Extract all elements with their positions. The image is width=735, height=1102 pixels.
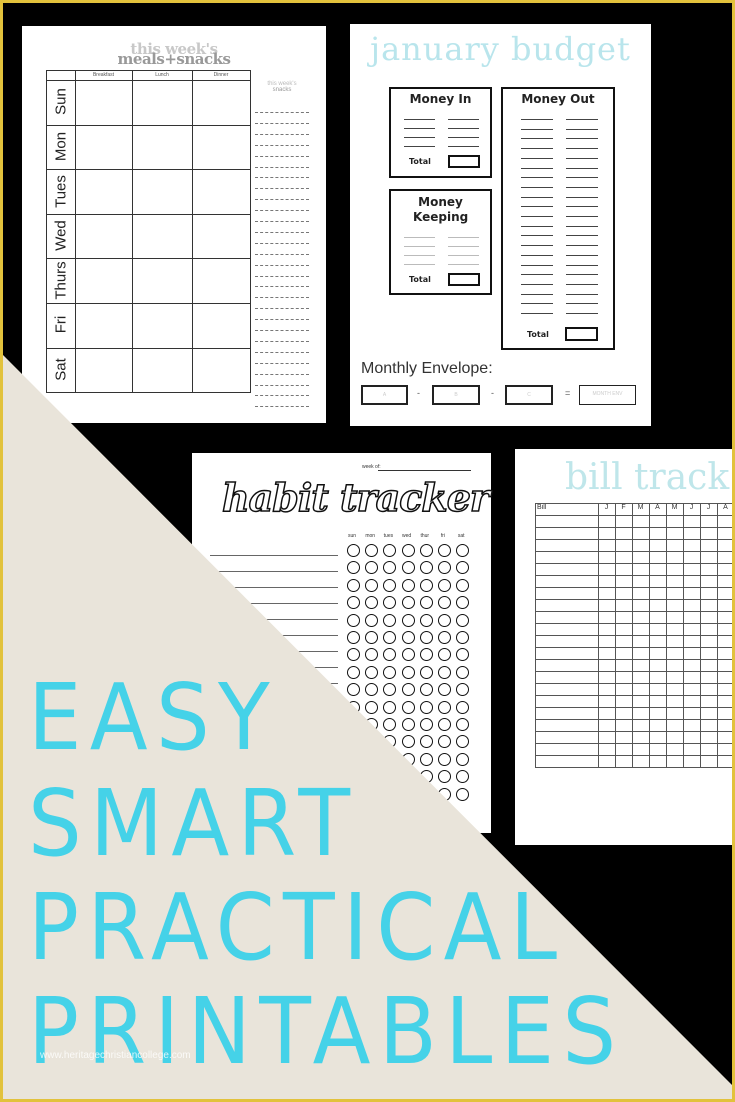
headline-smart: SMART xyxy=(28,770,359,877)
headline-easy: EASY xyxy=(28,664,278,771)
watermark: www.heritagechristiancollege.com xyxy=(40,1050,191,1061)
headline-printables: PRINTABLES xyxy=(28,978,625,1085)
headline-practical: PRACTICAL xyxy=(28,874,566,981)
